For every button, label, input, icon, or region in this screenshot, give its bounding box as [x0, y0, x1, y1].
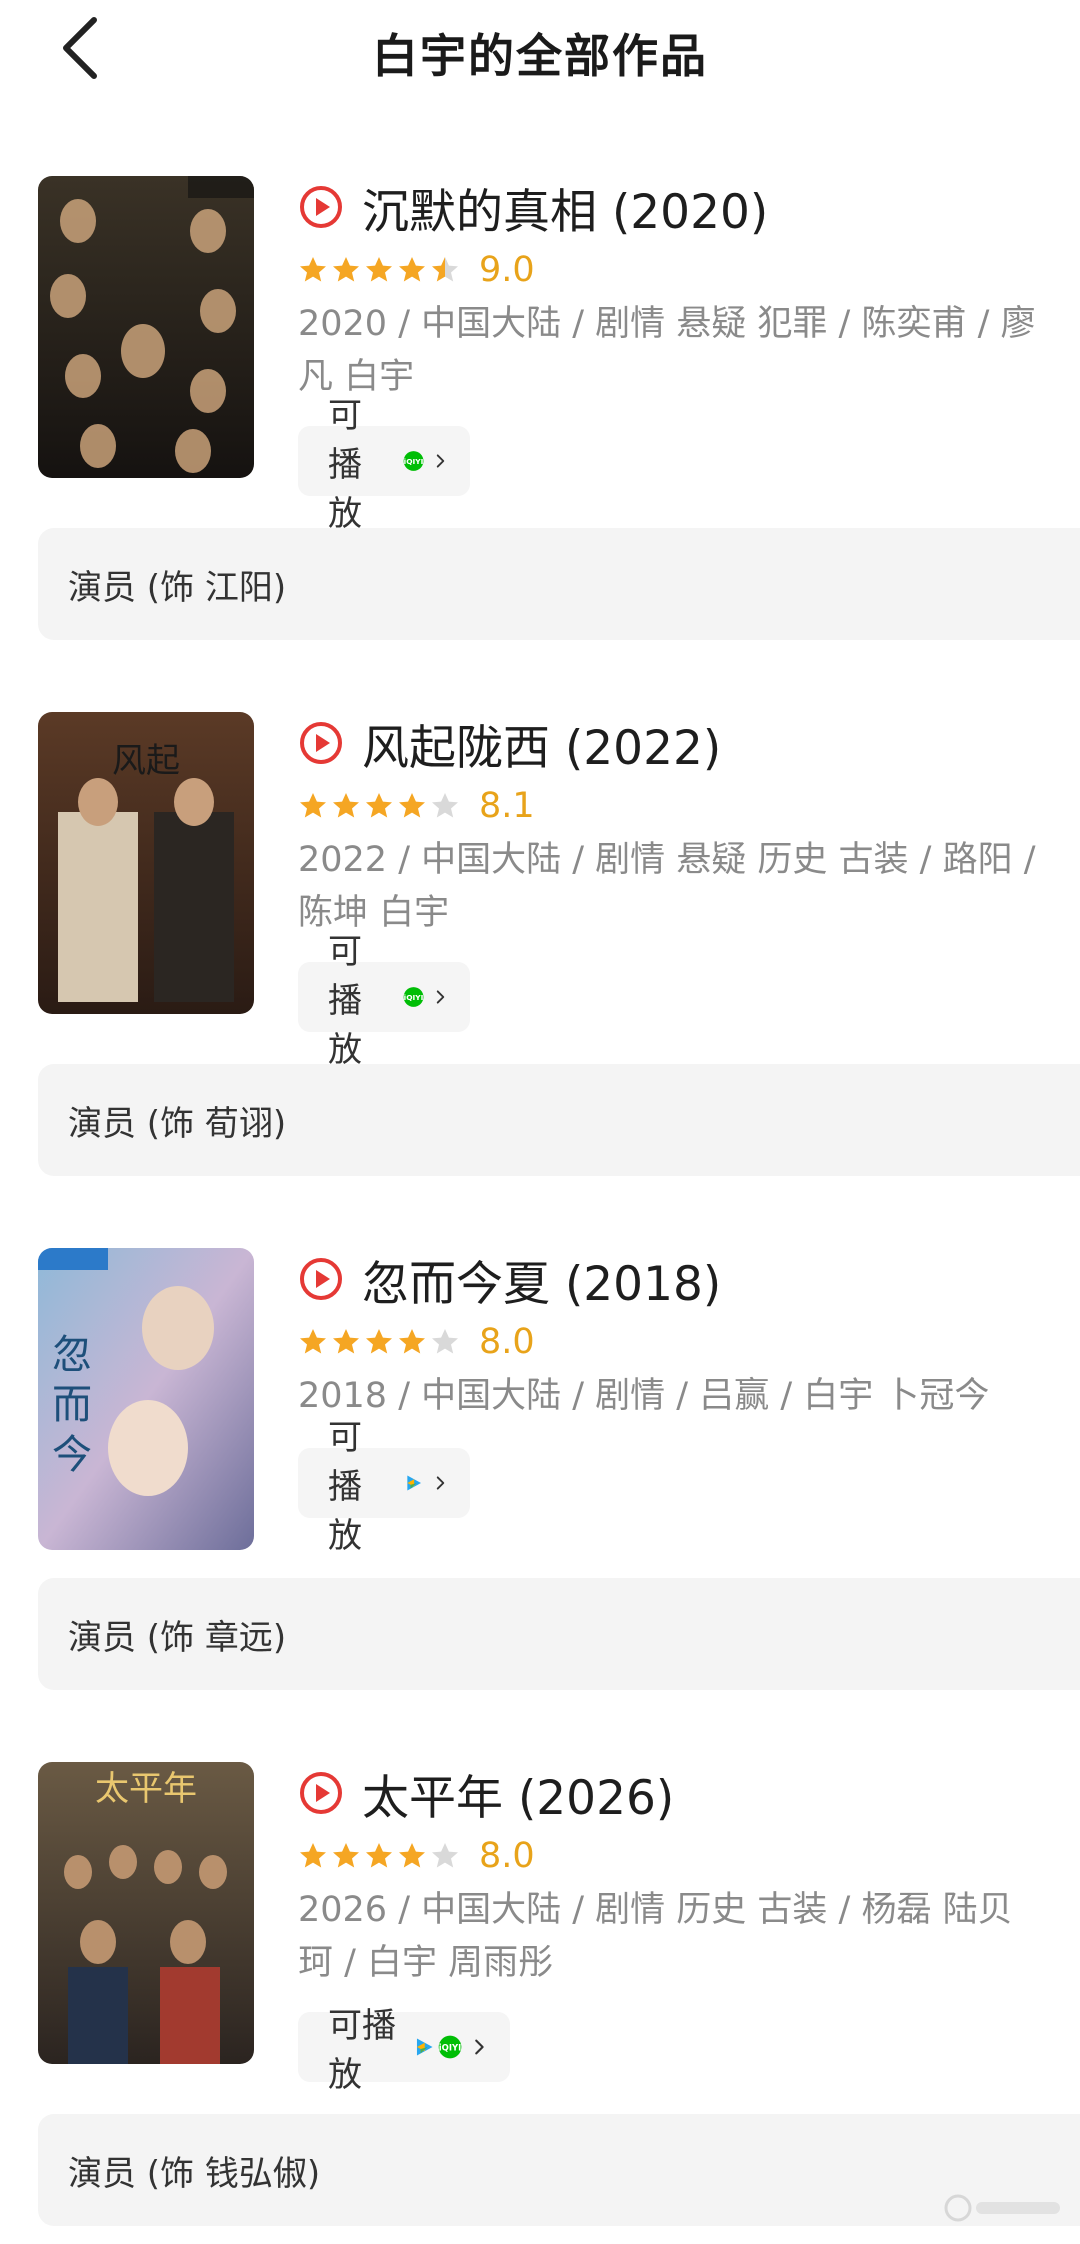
star-half-icon — [432, 257, 458, 282]
rating-row: 8.0 — [298, 1318, 535, 1366]
playable-label: 可播放 — [328, 395, 362, 534]
poster-image[interactable]: 风起 — [38, 712, 254, 1014]
work-title[interactable]: 太平年 (2026) — [362, 1759, 674, 1828]
iqiyi-icon: iQIYI — [403, 451, 424, 471]
svg-text:iQIYI: iQIYI — [404, 457, 424, 466]
work-title[interactable]: 沉默的真相 (2020) — [362, 173, 768, 242]
role-box: 演员 (饰 江阳) — [38, 528, 1080, 640]
star-full-icon — [399, 1329, 425, 1354]
rating-row: 8.1 — [298, 782, 535, 830]
tencent-video-icon — [417, 2038, 433, 2056]
star-full-icon — [366, 793, 392, 818]
star-rating — [298, 791, 463, 821]
playable-button[interactable]: 可播放 iQIYI — [298, 396, 470, 534]
chevron-right-icon — [437, 1476, 445, 1490]
play-icon — [300, 1772, 342, 1814]
work-meta: 2020 / 中国大陆 / 剧情 悬疑 犯罪 / 陈奕甫 / 廖凡 白宇 — [298, 304, 1036, 397]
playable-label: 可播放 — [328, 2006, 396, 2095]
work-meta: 2026 / 中国大陆 / 剧情 历史 古装 / 杨磊 陆贝珂 / 白宇 周雨彤 — [298, 1890, 1013, 1983]
star-rating — [298, 1327, 463, 1357]
svg-text:太平年: 太平年 — [95, 1769, 197, 1809]
star-full-icon — [333, 257, 359, 282]
star-empty-icon — [432, 1843, 458, 1868]
poster-image[interactable]: 忽 而 今 — [38, 1248, 254, 1550]
poster-image[interactable]: 太平年 — [38, 1762, 254, 2064]
star-full-icon — [366, 1329, 392, 1354]
svg-text:iQIYI: iQIYI — [439, 2044, 462, 2054]
star-full-icon — [366, 257, 392, 282]
star-full-icon — [399, 1843, 425, 1868]
role-box: 演员 (饰 荀诩) — [38, 1064, 1080, 1176]
title-row: 忽而今夏 (2018) — [298, 1248, 721, 1312]
page-title: 白宇的全部作品 — [372, 29, 708, 83]
svg-text:而: 而 — [52, 1382, 92, 1428]
star-empty-icon — [432, 793, 458, 818]
svg-text:忽: 忽 — [52, 1332, 92, 1378]
play-icon — [300, 186, 342, 228]
role-box: 演员 (饰 钱弘俶) — [38, 2114, 1080, 2226]
star-full-icon — [300, 1843, 326, 1868]
role-text: 演员 (饰 江阳) — [68, 568, 287, 608]
svg-text:iQIYI: iQIYI — [404, 993, 424, 1002]
title-row: 太平年 (2026) — [298, 1762, 674, 1826]
svg-text:风起: 风起 — [112, 741, 180, 781]
playable-button[interactable]: 可播放 iQIYI — [298, 932, 470, 1070]
score: 8.0 — [479, 1322, 535, 1362]
star-full-icon — [300, 257, 326, 282]
star-full-icon — [300, 793, 326, 818]
role-box: 演员 (饰 章远) — [38, 1578, 1080, 1690]
play-icon — [300, 722, 342, 764]
work-meta: 2022 / 中国大陆 / 剧情 悬疑 历史 古装 / 路阳 / 陈坤 白宇 — [298, 840, 1036, 933]
star-full-icon — [300, 1329, 326, 1354]
role-text: 演员 (饰 荀诩) — [68, 1104, 287, 1144]
star-full-icon — [333, 1843, 359, 1868]
title-row: 沉默的真相 (2020) — [298, 176, 768, 240]
chevron-right-icon — [437, 990, 445, 1004]
role-text: 演员 (饰 章远) — [68, 1618, 287, 1658]
playable-button[interactable]: 可播放 — [298, 1418, 470, 1556]
watermark-logo — [944, 2194, 1060, 2222]
chevron-right-icon — [437, 454, 445, 468]
work-meta: 2018 / 中国大陆 / 剧情 / 吕赢 / 白宇 卜冠今 — [298, 1376, 990, 1416]
score: 9.0 — [479, 250, 535, 290]
header: 白宇的全部作品 — [0, 0, 1080, 100]
star-empty-icon — [432, 1329, 458, 1354]
star-full-icon — [333, 793, 359, 818]
score: 8.0 — [479, 1836, 535, 1876]
title-row: 风起陇西 (2022) — [298, 712, 721, 776]
playable-label: 可播放 — [328, 931, 362, 1070]
iqiyi-icon: iQIYI — [439, 2035, 462, 2059]
score: 8.1 — [479, 786, 535, 826]
star-full-icon — [399, 257, 425, 282]
star-rating — [298, 255, 463, 285]
star-full-icon — [399, 793, 425, 818]
rating-row: 9.0 — [298, 246, 535, 294]
play-icon — [300, 1258, 342, 1300]
star-full-icon — [366, 1843, 392, 1868]
svg-text:今: 今 — [52, 1432, 92, 1478]
star-full-icon — [333, 1329, 359, 1354]
tencent-video-icon — [407, 1475, 422, 1491]
iqiyi-icon: iQIYI — [403, 987, 424, 1007]
chevron-right-icon — [475, 2039, 485, 2055]
work-title[interactable]: 忽而今夏 (2018) — [362, 1245, 721, 1314]
role-text: 演员 (饰 钱弘俶) — [68, 2154, 321, 2194]
playable-label: 可播放 — [328, 1417, 362, 1556]
work-title[interactable]: 风起陇西 (2022) — [362, 709, 721, 778]
rating-row: 8.0 — [298, 1832, 535, 1880]
poster-image[interactable] — [38, 176, 254, 478]
star-rating — [298, 1841, 463, 1871]
playable-button[interactable]: 可播放 iQIYI — [298, 2006, 510, 2095]
